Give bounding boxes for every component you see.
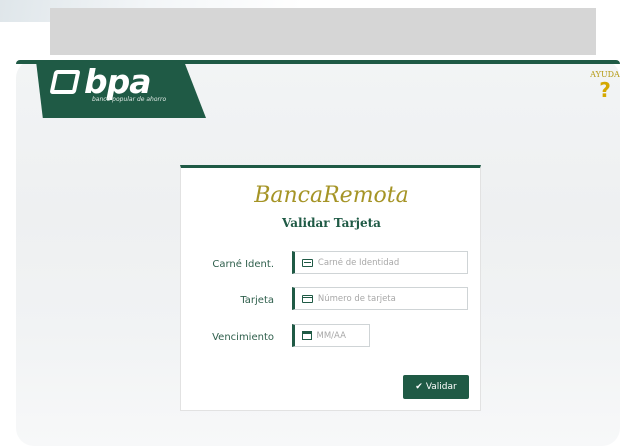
logo-tagline: banco popular de ahorro xyxy=(92,96,167,103)
expiry-input[interactable] xyxy=(312,330,369,341)
expiry-field[interactable] xyxy=(292,324,370,347)
help-icon[interactable]: ? xyxy=(590,78,620,102)
expiry-label: Vencimiento xyxy=(212,332,274,343)
credit-card-icon xyxy=(301,294,314,303)
validate-button-label: Validar xyxy=(425,382,457,392)
logo-mark-icon xyxy=(49,70,81,94)
id-card-field[interactable] xyxy=(292,251,468,274)
id-card-label: Carné Ident. xyxy=(212,259,274,270)
id-card-input[interactable] xyxy=(313,257,467,268)
validate-button[interactable]: ✔ Validar xyxy=(403,375,469,399)
card-subtitle: Validar Tarjeta xyxy=(282,216,381,230)
check-icon: ✔ xyxy=(415,382,423,392)
validation-card: BancaRemota Validar Tarjeta Carné Ident.… xyxy=(180,165,481,411)
card-number-label: Tarjeta xyxy=(240,295,274,306)
id-card-icon xyxy=(301,258,314,267)
top-banner xyxy=(50,8,596,55)
card-number-input[interactable] xyxy=(313,293,467,304)
calendar-icon xyxy=(301,331,312,340)
card-title: BancaRemota xyxy=(254,183,409,208)
card-number-field[interactable] xyxy=(292,287,468,310)
